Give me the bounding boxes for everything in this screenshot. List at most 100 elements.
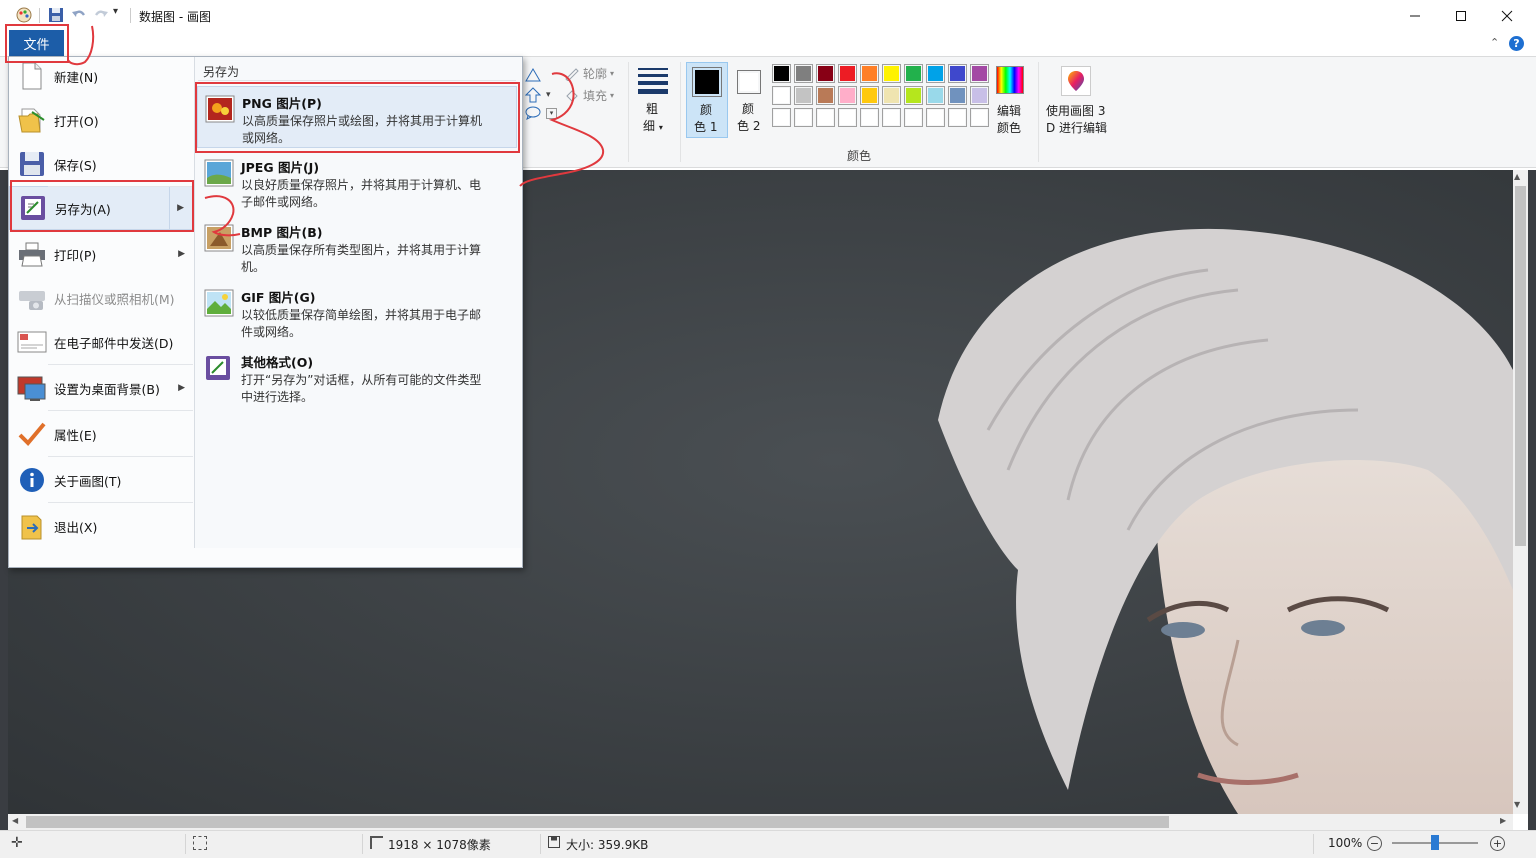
zoom-in-icon[interactable]: +: [1490, 836, 1505, 851]
palette-swatch[interactable]: [860, 86, 879, 105]
palette-swatch[interactable]: [838, 108, 857, 127]
customize-quick-access-icon[interactable]: ▾: [113, 6, 118, 17]
save-as-header: 另存为: [203, 65, 240, 79]
palette-swatch[interactable]: [926, 64, 945, 83]
option-title: 其他格式(O): [241, 355, 314, 370]
file-size: 大小: 359.9KB: [566, 838, 649, 852]
pencil-outline-icon: [565, 67, 579, 81]
palette-swatch[interactable]: [948, 86, 967, 105]
quick-save-icon[interactable]: [48, 7, 64, 23]
scroll-down-icon[interactable]: ▼: [1514, 800, 1520, 809]
save-as-jpeg[interactable]: JPEG 图片(J) 以良好质量保存照片，并将其用于计算机、电子邮件或网络。: [197, 151, 517, 213]
save-as-gif[interactable]: GIF 图片(G) 以较低质量保存简单绘图，并将其用于电子邮件或网络。: [197, 281, 517, 343]
status-divider: [185, 834, 186, 854]
menu-label: 退出(X): [54, 519, 98, 535]
palette-swatch[interactable]: [838, 86, 857, 105]
info-icon: [15, 464, 49, 496]
palette-swatch[interactable]: [904, 64, 923, 83]
triangle-shape-icon[interactable]: [525, 68, 541, 85]
maximize-button[interactable]: [1438, 0, 1484, 31]
save-as-bmp[interactable]: BMP 图片(B) 以高质量保存所有类型图片，并将其用于计算机。: [197, 216, 517, 278]
save-as-other-formats[interactable]: 其他格式(O) 打开“另存为”对话框，从所有可能的文件类型中进行选择。: [197, 346, 517, 408]
vertical-scroll-thumb[interactable]: [1515, 186, 1526, 546]
file-size-icon: [548, 836, 560, 851]
fill-button[interactable]: 填充 ▾: [564, 87, 614, 104]
palette-swatch[interactable]: [772, 86, 791, 105]
collapse-ribbon-icon[interactable]: ⌃: [1490, 36, 1499, 49]
status-divider: [362, 834, 363, 854]
palette-swatch[interactable]: [860, 64, 879, 83]
menu-item-exit[interactable]: 退出(X): [9, 504, 193, 548]
option-title: JPEG 图片(J): [241, 160, 320, 175]
palette-swatch[interactable]: [816, 64, 835, 83]
menu-separator: [48, 410, 193, 411]
shapes-expand-icon[interactable]: ▾: [546, 108, 557, 119]
redo-icon[interactable]: [93, 7, 109, 23]
zoom-level: 100%: [1328, 836, 1363, 850]
paint-app-icon[interactable]: [16, 7, 32, 23]
submenu-arrow-icon: ▶: [178, 383, 185, 393]
horizontal-scroll-thumb[interactable]: [26, 816, 1169, 828]
menu-item-email[interactable]: 在电子邮件中发送(D): [9, 320, 193, 364]
palette-swatch[interactable]: [926, 108, 945, 127]
color2-label-1: 颜: [742, 102, 755, 116]
new-file-icon: [15, 60, 49, 92]
palette-swatch[interactable]: [816, 86, 835, 105]
status-bar: [0, 830, 1536, 858]
menu-item-open[interactable]: 打开(O): [9, 98, 193, 142]
callout-shape-icon[interactable]: [525, 106, 541, 123]
scroll-up-icon[interactable]: ▲: [1514, 172, 1520, 181]
color2-label-2: 色 2: [737, 119, 761, 133]
scroll-left-icon[interactable]: ◀: [12, 816, 18, 825]
menu-label: 打印(P): [54, 247, 97, 263]
palette-swatch[interactable]: [882, 86, 901, 105]
title-bar: [0, 0, 1536, 31]
scroll-right-icon[interactable]: ▶: [1500, 816, 1506, 825]
edit-colors-button[interactable]: 编辑 颜色: [994, 64, 1028, 136]
undo-icon[interactable]: [71, 7, 87, 23]
palette-swatch[interactable]: [860, 108, 879, 127]
zoom-out-icon[interactable]: −: [1367, 836, 1382, 851]
palette-swatch[interactable]: [882, 108, 901, 127]
menu-item-print[interactable]: 打印(P) ▶: [9, 232, 193, 276]
menu-item-properties[interactable]: 属性(E): [9, 412, 193, 456]
color1-button[interactable]: 颜 色 1: [686, 62, 728, 138]
menu-label: 从扫描仪或照相机(M): [54, 291, 175, 307]
palette-swatch[interactable]: [970, 108, 989, 127]
palette-swatch[interactable]: [926, 86, 945, 105]
palette-swatch[interactable]: [904, 108, 923, 127]
palette-swatch[interactable]: [970, 86, 989, 105]
zoom-slider-thumb[interactable]: [1431, 835, 1439, 850]
paint3d-button[interactable]: 使用画图 3 D 进行编辑: [1043, 64, 1111, 136]
palette-swatch[interactable]: [794, 86, 813, 105]
close-button[interactable]: [1484, 0, 1530, 31]
palette-swatch[interactable]: [772, 64, 791, 83]
menu-item-wallpaper[interactable]: 设置为桌面背景(B) ▶: [9, 366, 193, 410]
window-title: 数据图 - 画图: [139, 10, 211, 24]
ribbon-divider: [680, 62, 681, 162]
option-description: 以较低质量保存简单绘图，并将其用于电子邮件或网络。: [241, 308, 482, 339]
help-icon[interactable]: ?: [1509, 36, 1524, 51]
palette-swatch[interactable]: [948, 64, 967, 83]
palette-swatch[interactable]: [838, 64, 857, 83]
palette-swatch[interactable]: [794, 108, 813, 127]
ribbon-divider: [1038, 62, 1039, 162]
palette-swatch[interactable]: [882, 64, 901, 83]
size-button[interactable]: 粗 细 ▾: [636, 64, 670, 134]
palette-swatch[interactable]: [948, 108, 967, 127]
palette-swatch[interactable]: [794, 64, 813, 83]
minimize-button[interactable]: [1392, 0, 1438, 31]
menu-item-about[interactable]: 关于画图(T): [9, 458, 193, 502]
palette-swatch[interactable]: [816, 108, 835, 127]
paint3d-label-1: 使用画图 3: [1046, 104, 1106, 118]
palette-swatch[interactable]: [970, 64, 989, 83]
canvas-size-icon: [370, 836, 383, 849]
outline-button[interactable]: 轮廓 ▾: [564, 65, 614, 82]
fill-label: 填充: [583, 89, 608, 103]
palette-swatch[interactable]: [772, 108, 791, 127]
color2-button[interactable]: 颜 色 2: [731, 62, 767, 138]
arrow-shape-icon[interactable]: [524, 87, 542, 106]
palette-swatch[interactable]: [904, 86, 923, 105]
annotation-box-file: [5, 24, 69, 63]
shapes-scroll-down-icon[interactable]: ▾: [546, 90, 551, 100]
